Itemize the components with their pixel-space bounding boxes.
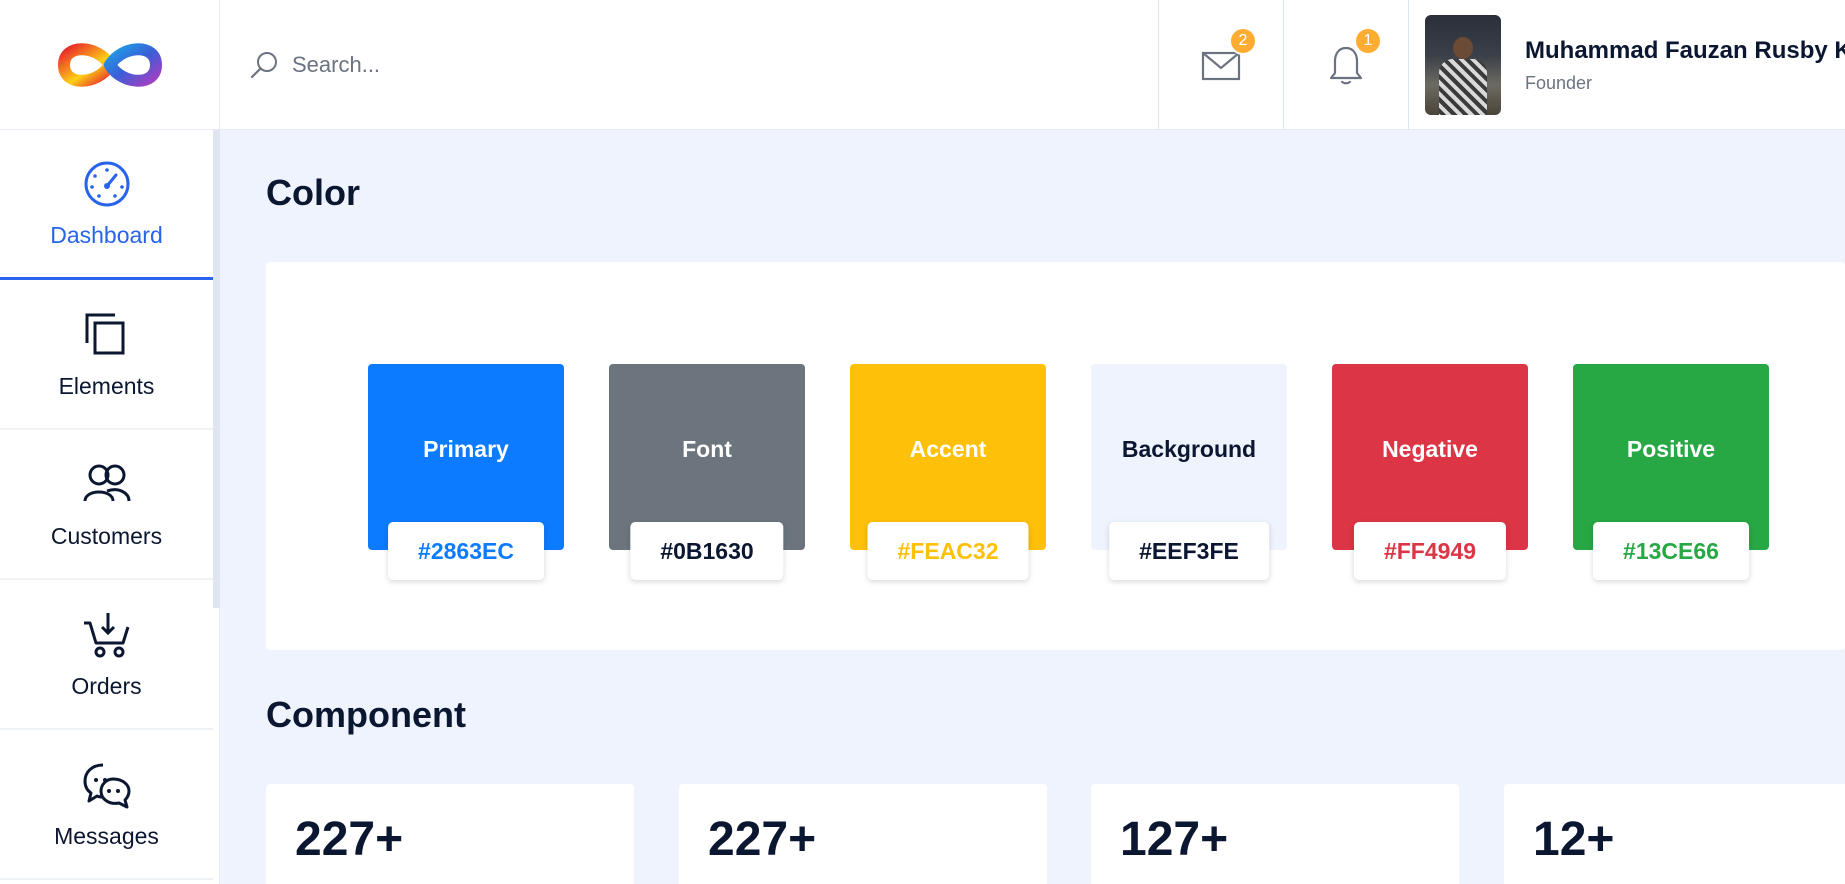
sidebar-item-label: Customers — [50, 522, 163, 549]
sidebar-item-label: Elements — [58, 372, 155, 399]
sidebar-item-label: Orders — [71, 672, 142, 699]
stat-value: 227+ — [295, 813, 404, 866]
sidebar-item-elements[interactable]: Elements — [0, 280, 213, 430]
stat-value: 127+ — [1120, 813, 1229, 866]
sidebar-scrollbar[interactable] — [213, 130, 220, 608]
sidebar-item-orders[interactable]: Orders — [0, 580, 213, 730]
color-section-title: Color — [266, 172, 360, 213]
sidebar-item-dashboard[interactable]: Dashboard — [0, 130, 213, 280]
stat-value: 227+ — [708, 813, 817, 866]
logo-cell — [0, 0, 220, 130]
user-name: Muhammad Fauzan Rusby K — [1525, 36, 1845, 64]
sidebar: Dashboard Elements Customers Orders Mess… — [0, 130, 220, 884]
mail-count-badge: 2 — [1229, 27, 1257, 55]
stat-card[interactable]: 227+ — [266, 784, 634, 884]
sidebar-item-label: Messages — [54, 822, 159, 849]
color-palette-card: Primary #2863EC Font #0B1630 Accent #FEA… — [266, 262, 1845, 650]
notification-count-badge: 1 — [1354, 27, 1382, 55]
swatch-name: Positive — [1626, 436, 1716, 462]
color-swatch-background[interactable]: Background #EEF3FE — [1091, 364, 1287, 580]
color-swatch-positive[interactable]: Positive #13CE66 — [1573, 364, 1769, 580]
swatch-name: Accent — [909, 436, 987, 462]
stat-card[interactable]: 12+ — [1504, 784, 1845, 884]
infinity-logo-icon[interactable] — [57, 39, 162, 91]
color-swatch-negative[interactable]: Negative #FF4949 — [1332, 364, 1528, 580]
color-swatch-primary[interactable]: Primary #2863EC — [368, 364, 564, 580]
speedometer-icon — [84, 161, 129, 207]
swatch-code: #2863EC — [388, 522, 544, 580]
color-swatch-font[interactable]: Font #0B1630 — [609, 364, 805, 580]
swatch-code: #FEAC32 — [867, 522, 1029, 580]
mail-button[interactable]: 2 — [1158, 0, 1283, 130]
chat-icon — [83, 763, 130, 808]
swatch-code: #13CE66 — [1593, 522, 1749, 580]
search-input[interactable] — [292, 52, 892, 78]
user-role: Founder — [1525, 72, 1593, 93]
swatch-code: #FF4949 — [1353, 522, 1507, 580]
sidebar-item-label: Dashboard — [50, 222, 163, 248]
stat-card[interactable]: 227+ — [679, 784, 1047, 884]
swatch-name: Background — [1121, 436, 1257, 462]
color-swatch-accent[interactable]: Accent #FEAC32 — [850, 364, 1046, 580]
search-bar[interactable] — [220, 0, 1160, 130]
users-icon — [83, 464, 130, 501]
swatch-name: Font — [682, 436, 732, 462]
component-section-title: Component — [266, 694, 466, 735]
sidebar-item-customers[interactable]: Customers — [0, 430, 213, 580]
swatch-code: #EEF3FE — [1109, 522, 1269, 580]
search-icon[interactable] — [248, 49, 280, 81]
avatar[interactable] — [1425, 15, 1501, 115]
notifications-button[interactable]: 1 — [1283, 0, 1408, 130]
user-profile[interactable]: Muhammad Fauzan Rusby K Founder — [1408, 0, 1845, 130]
cart-icon — [83, 612, 129, 657]
swatch-name: Negative — [1382, 436, 1478, 462]
swatch-name: Primary — [423, 436, 509, 462]
copy-icon — [85, 313, 124, 354]
swatch-code: #0B1630 — [630, 522, 784, 580]
stat-value: 12+ — [1533, 813, 1615, 866]
sidebar-item-messages[interactable]: Messages — [0, 730, 213, 880]
top-header: 2 1 Muhammad Fauzan Rusby K Founder — [0, 0, 1845, 130]
stat-card[interactable]: 127+ — [1091, 784, 1459, 884]
